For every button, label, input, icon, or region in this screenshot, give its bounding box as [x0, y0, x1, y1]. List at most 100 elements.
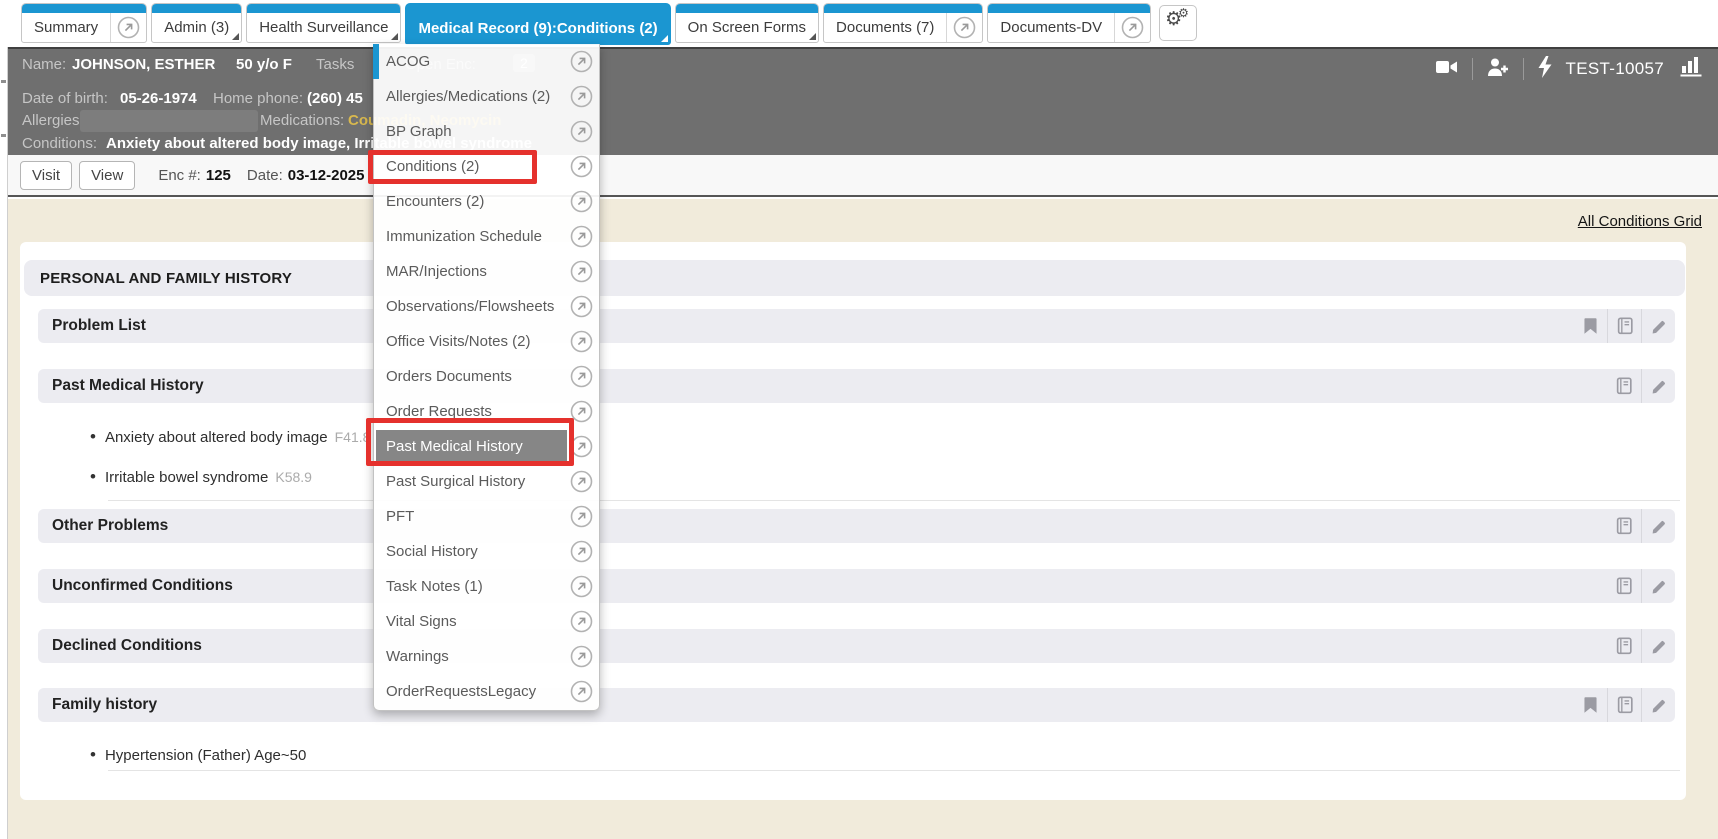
gear-icon: ⚙	[1178, 7, 1189, 19]
open-in-new-icon[interactable]	[570, 85, 593, 113]
section-declined-conditions: Declined Conditions	[38, 629, 1675, 663]
tab-health-surveillance[interactable]: Health Surveillance	[246, 3, 401, 43]
enc-label: Enc #:	[158, 167, 201, 184]
tab-corner-fold-icon	[232, 33, 239, 40]
tab-documents-dv[interactable]: Documents-DV	[987, 3, 1151, 43]
home-phone-value: (260) 45	[307, 90, 363, 107]
open-in-new-icon[interactable]	[570, 470, 593, 498]
book-icon[interactable]	[1607, 509, 1641, 543]
allergies-redaction-box	[80, 110, 258, 132]
open-in-new-icon[interactable]	[570, 435, 593, 463]
menu-item-past-medical-history[interactable]: Past Medical History	[374, 429, 599, 464]
open-in-new-icon[interactable]	[570, 295, 593, 323]
tab-label: Documents-DV	[988, 19, 1114, 36]
add-person-icon[interactable]	[1485, 56, 1511, 83]
tab-cap	[988, 4, 1150, 13]
video-camera-icon[interactable]	[1434, 56, 1460, 83]
menu-item-acog[interactable]: ACOG	[374, 44, 599, 79]
open-in-new-icon[interactable]	[1114, 13, 1150, 42]
section-past-medical-history: Past Medical History	[38, 369, 1675, 403]
icd-code: K58.9	[275, 469, 312, 485]
condition-text: Irritable bowel syndrome	[105, 469, 268, 486]
menu-item-allergies-medications[interactable]: Allergies/Medications (2)	[374, 79, 599, 114]
open-in-new-icon[interactable]	[570, 50, 593, 78]
menu-item-conditions[interactable]: Conditions (2)	[374, 149, 599, 184]
pencil-icon[interactable]	[1641, 509, 1675, 543]
section-other-problems: Other Problems	[38, 509, 1675, 543]
family-history-list-item[interactable]: • Hypertension (Father) Age~50	[90, 742, 306, 768]
condition-list-item[interactable]: • Irritable bowel syndrome K58.9	[90, 464, 312, 490]
dob-label: Date of birth:	[22, 90, 108, 107]
open-in-new-icon[interactable]	[570, 365, 593, 393]
menu-item-social-history[interactable]: Social History	[374, 534, 599, 569]
tab-cap	[152, 4, 241, 13]
pencil-icon[interactable]	[1641, 309, 1675, 343]
pencil-icon[interactable]	[1641, 569, 1675, 603]
open-in-new-icon[interactable]	[570, 505, 593, 533]
book-icon[interactable]	[1607, 369, 1641, 403]
menu-item-pft[interactable]: PFT	[374, 499, 599, 534]
open-in-new-icon[interactable]	[570, 540, 593, 568]
open-in-new-icon[interactable]	[570, 575, 593, 603]
menu-item-observations-flowsheets[interactable]: Observations/Flowsheets	[374, 289, 599, 324]
all-conditions-grid-link[interactable]: All Conditions Grid	[1578, 213, 1702, 230]
settings-gear-button[interactable]: ⚙ ⚙	[1159, 5, 1197, 41]
bullet-dot: •	[90, 427, 96, 447]
pencil-icon[interactable]	[1641, 688, 1675, 722]
menu-item-mar-injections[interactable]: MAR/Injections	[374, 254, 599, 289]
visit-button[interactable]: Visit	[20, 161, 72, 190]
pencil-icon[interactable]	[1641, 369, 1675, 403]
book-icon[interactable]	[1607, 629, 1641, 663]
menu-item-past-surgical-history[interactable]: Past Surgical History	[374, 464, 599, 499]
patient-id: TEST-10057	[1566, 59, 1664, 79]
open-in-new-icon[interactable]	[570, 330, 593, 358]
tab-admin[interactable]: Admin (3)	[151, 3, 242, 43]
menu-item-order-requests[interactable]: Order Requests	[374, 394, 599, 429]
divider	[1472, 58, 1473, 80]
lightning-bolt-icon[interactable]	[1536, 55, 1554, 84]
menu-item-task-notes[interactable]: Task Notes (1)	[374, 569, 599, 604]
open-in-new-icon[interactable]	[110, 13, 146, 42]
book-icon[interactable]	[1607, 309, 1641, 343]
divider	[108, 770, 1680, 771]
tab-on-screen-forms[interactable]: On Screen Forms	[675, 3, 819, 43]
top-tab-bar: Summary Admin (3) Health Surveillance Me…	[0, 0, 1718, 47]
gutter-tick	[1, 134, 6, 137]
menu-item-orders-documents[interactable]: Orders Documents	[374, 359, 599, 394]
menu-item-office-visits-notes[interactable]: Office Visits/Notes (2)	[374, 324, 599, 359]
section-title: Unconfirmed Conditions	[38, 577, 233, 595]
menu-item-bp-graph[interactable]: BP Graph	[374, 114, 599, 149]
open-in-new-icon[interactable]	[570, 190, 593, 218]
tab-medical-record-active[interactable]: Medical Record (9):Conditions (2)	[405, 3, 670, 45]
open-in-new-icon[interactable]	[570, 680, 593, 708]
tab-cap	[676, 4, 818, 13]
menu-item-encounters[interactable]: Encounters (2)	[374, 184, 599, 219]
open-in-new-icon[interactable]	[570, 645, 593, 673]
menu-item-vital-signs[interactable]: Vital Signs	[374, 604, 599, 639]
section-title: Family history	[38, 696, 157, 714]
menu-item-immunization-schedule[interactable]: Immunization Schedule	[374, 219, 599, 254]
menu-item-warnings[interactable]: Warnings	[374, 639, 599, 674]
chart-stats-icon[interactable]	[1676, 55, 1706, 84]
open-in-new-icon[interactable]	[570, 120, 593, 148]
allergies-label: Allergies:	[22, 112, 84, 129]
tab-documents[interactable]: Documents (7)	[823, 3, 983, 43]
section-title: Declined Conditions	[38, 637, 202, 655]
open-in-new-icon[interactable]	[570, 260, 593, 288]
menu-item-orderrequestslegacy[interactable]: OrderRequestsLegacy	[374, 674, 599, 709]
book-icon[interactable]	[1607, 569, 1641, 603]
open-in-new-icon[interactable]	[570, 225, 593, 253]
book-icon[interactable]	[1607, 688, 1641, 722]
open-in-new-icon[interactable]	[946, 13, 982, 42]
view-button[interactable]: View	[79, 161, 135, 190]
bookmark-icon[interactable]	[1573, 309, 1607, 343]
conditions-page: All Conditions Grid PERSONAL AND FAMILY …	[8, 199, 1718, 839]
open-in-new-icon[interactable]	[570, 155, 593, 183]
open-in-new-icon[interactable]	[570, 400, 593, 428]
bookmark-icon[interactable]	[1573, 688, 1607, 722]
condition-list-item[interactable]: • Anxiety about altered body image F41.8	[90, 424, 370, 450]
open-in-new-icon[interactable]	[570, 610, 593, 638]
tab-summary[interactable]: Summary	[21, 3, 147, 43]
divider	[1523, 58, 1524, 80]
pencil-icon[interactable]	[1641, 629, 1675, 663]
